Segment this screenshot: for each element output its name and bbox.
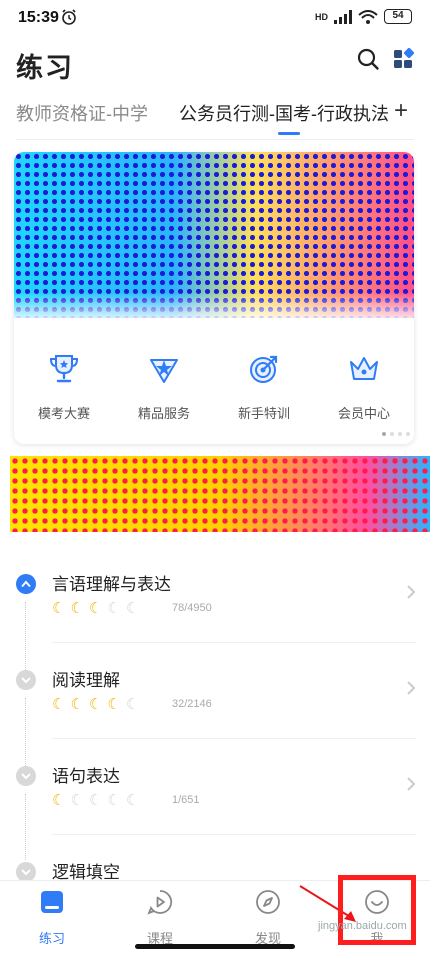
moon-icon: ☾: [52, 600, 66, 617]
chevron-down-icon: [21, 869, 31, 876]
active-tab-indicator: [278, 132, 300, 135]
battery-indicator: 54: [384, 9, 412, 24]
chevron-down-icon: [21, 773, 31, 780]
expand-toggle[interactable]: [16, 766, 36, 786]
status-time: 15:39: [18, 9, 59, 26]
moon-icon: ☾: [107, 792, 121, 809]
service-label: 模考大赛: [37, 406, 90, 421]
alarm-clock-icon: [62, 9, 76, 25]
service-premium[interactable]: 精品服务: [114, 352, 214, 422]
service-mock-contest[interactable]: 模考大赛: [14, 352, 114, 422]
service-novice-training[interactable]: 新手特训: [214, 352, 314, 422]
moon-icon: ☾: [70, 696, 84, 713]
chevron-right-icon[interactable]: [406, 680, 416, 696]
status-indicators: HD 54: [315, 9, 412, 24]
wifi-icon: [358, 9, 378, 24]
target-icon: [250, 355, 278, 383]
tab-civil-service[interactable]: 公务员行测-国考-行政执法: [179, 100, 389, 126]
moon-icon: ☾: [70, 600, 84, 617]
outline-connector: [25, 602, 26, 672]
outline-connector: [25, 794, 26, 860]
divider: [52, 642, 416, 643]
trophy-icon: [49, 355, 79, 383]
service-label: 新手特训: [237, 406, 290, 421]
practice-icon: [41, 891, 63, 913]
chevron-right-icon[interactable]: [406, 776, 416, 792]
moon-icon: ☾: [52, 696, 66, 713]
watermark: jingyan.baidu.com: [318, 920, 407, 932]
expand-toggle[interactable]: [16, 862, 36, 882]
tab-divider: [16, 139, 414, 140]
moon-icon: ☾: [125, 696, 140, 713]
status-bar: 15:39 HD 54: [0, 0, 430, 36]
moon-icon: ☾: [70, 792, 84, 809]
progress-moons: ☾ ☾ ☾ ☾ ☾: [52, 600, 139, 618]
question-count: 78/4950: [172, 602, 212, 614]
network-type: HD: [315, 11, 328, 22]
chevron-up-icon: [21, 580, 31, 588]
moon-icon: ☾: [88, 792, 103, 809]
nav-label: 练习: [38, 931, 65, 946]
outline-item-title: 言语理解与表达: [52, 575, 171, 594]
play-course-icon: [147, 890, 173, 915]
question-count: 32/2146: [172, 698, 212, 710]
moon-icon: ☾: [107, 696, 121, 713]
progress-moons: ☾ ☾ ☾ ☾ ☾: [52, 696, 139, 714]
progress-moons: ☾ ☾ ☾ ☾ ☾: [52, 792, 139, 810]
outline-connector: [25, 698, 26, 768]
moon-icon: ☾: [52, 792, 66, 809]
apps-grid-icon[interactable]: [392, 47, 416, 71]
service-card: 模考大赛 精品服务 新手特训 会员中心: [14, 152, 414, 444]
moon-icon: ☾: [107, 600, 121, 617]
add-tab-button[interactable]: +: [394, 99, 408, 123]
home-indicator[interactable]: [135, 944, 295, 949]
signal-icon: [334, 9, 352, 24]
moon-icon: ☾: [125, 792, 140, 809]
compass-icon: [256, 890, 280, 914]
moon-icon: ☾: [88, 696, 103, 713]
moon-icon: ☾: [125, 600, 140, 617]
promo-banner[interactable]: [10, 456, 430, 532]
diamond-star-icon: [150, 359, 178, 383]
nav-course[interactable]: 课程: [120, 889, 200, 947]
divider: [52, 834, 416, 835]
divider: [52, 738, 416, 739]
carousel-banner[interactable]: [14, 152, 414, 318]
page-title: 练习: [16, 53, 74, 83]
annotation-highlight-box: [338, 875, 416, 945]
service-vip-center[interactable]: 会员中心: [314, 352, 414, 422]
chevron-down-icon: [21, 677, 31, 684]
tab-teacher-qualification[interactable]: 教师资格证-中学: [16, 100, 148, 126]
chevron-right-icon[interactable]: [406, 584, 416, 600]
moon-icon: ☾: [88, 600, 103, 617]
outline-item-title: 语句表达: [52, 767, 120, 786]
collapse-toggle[interactable]: [16, 574, 36, 594]
outline-item-title: 阅读理解: [52, 671, 120, 690]
carousel-page-dots: [382, 432, 410, 436]
expand-toggle[interactable]: [16, 670, 36, 690]
service-label: 会员中心: [337, 406, 390, 421]
service-label: 精品服务: [137, 406, 190, 421]
question-count: 1/651: [172, 794, 200, 806]
search-icon[interactable]: [356, 47, 380, 71]
nav-practice[interactable]: 练习: [12, 889, 92, 947]
crown-icon: [350, 357, 378, 380]
